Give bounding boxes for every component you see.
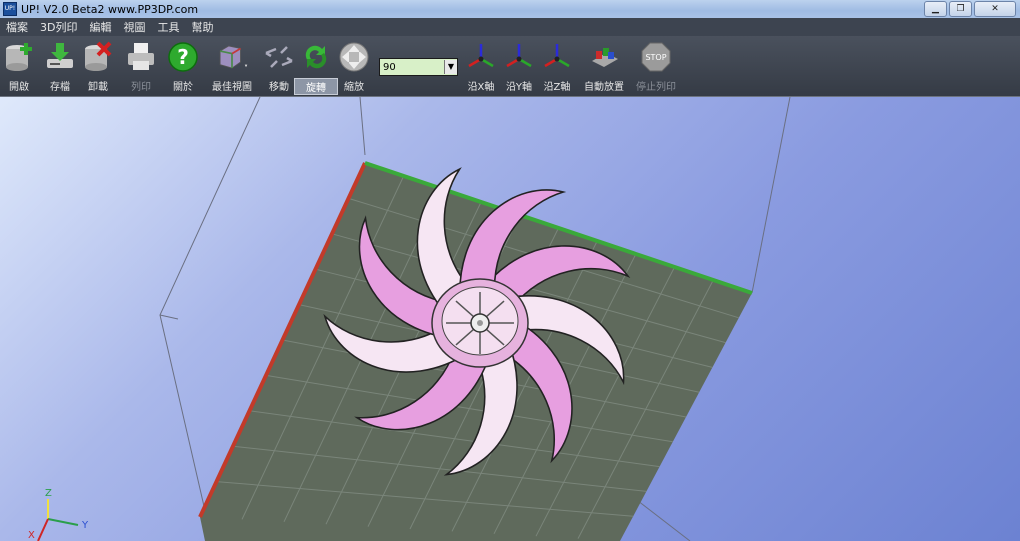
chevron-down-icon[interactable]: ▼ (444, 60, 457, 74)
xyz-axis-icon (468, 44, 494, 68)
axis-x-label: X (28, 530, 35, 541)
save-icon (47, 43, 73, 68)
menu-3d-print[interactable]: 3D列印 (34, 19, 83, 35)
move-icon (265, 46, 293, 68)
best-view-label: 最佳視圖 (212, 82, 252, 93)
xyz-axis-icon (506, 44, 532, 68)
about-label: 關於 (173, 82, 193, 93)
scale-label: 縮放 (344, 82, 364, 93)
cube-view-icon (219, 45, 248, 69)
axis-y-label: Y (81, 520, 89, 531)
close-button[interactable]: ✕ (974, 1, 1016, 17)
auto-place-button[interactable]: 自動放置 (580, 40, 628, 93)
minimize-button[interactable]: ▁ (924, 1, 947, 17)
print-button[interactable]: 列印 (119, 40, 163, 93)
title-bar: UP! UP! V2.0 Beta2 www.PP3DP.com ▁ ❐ ✕ (0, 0, 1020, 18)
unload-label: 卸載 (88, 82, 108, 93)
unload-button[interactable]: 卸載 (76, 40, 120, 93)
open-icon (6, 43, 32, 71)
stop-print-label: 停止列印 (636, 82, 676, 93)
restore-button[interactable]: ❐ (949, 1, 972, 17)
z-axis-button[interactable]: 沿Z軸 (535, 40, 579, 93)
rotate-icon (305, 45, 327, 69)
scale-button[interactable]: 縮放 (332, 40, 376, 93)
axis-triad: Z Y X (28, 488, 89, 541)
print-label: 列印 (131, 82, 151, 93)
help-icon: ? (168, 42, 198, 72)
scale-icon (339, 42, 369, 72)
axis-z-label: Z (45, 488, 52, 499)
menu-edit[interactable]: 編輯 (83, 19, 117, 35)
xyz-axis-icon (544, 44, 570, 68)
app-icon: UP! (3, 2, 17, 16)
rotation-value-select[interactable]: 90 ▼ (379, 58, 458, 76)
rotation-value: 90 (383, 61, 396, 73)
svg-text:?: ? (177, 45, 189, 69)
auto-place-label: 自動放置 (584, 82, 624, 93)
open-button[interactable]: 開啟 (0, 40, 41, 93)
menu-view[interactable]: 視圖 (117, 19, 151, 35)
printer-icon (128, 43, 154, 70)
toolbar: 開啟 存檔 卸載 列印 ? 關於 最佳視圖 移動 旋轉 縮放 沿X軸 沿Y軸 沿… (0, 36, 1020, 97)
z-axis-label: 沿Z軸 (543, 82, 571, 93)
open-label: 開啟 (9, 82, 29, 93)
3d-viewport[interactable]: Z Y X (0, 97, 1020, 541)
window-title: UP! V2.0 Beta2 www.PP3DP.com (21, 2, 199, 16)
about-button[interactable]: ? 關於 (161, 40, 205, 93)
stop-print-button[interactable]: STOP 停止列印 (633, 40, 679, 93)
stop-icon-text: STOP (645, 53, 666, 62)
unload-icon (85, 41, 112, 71)
best-view-button[interactable]: 最佳視圖 (208, 40, 256, 93)
menu-help[interactable]: 幫助 (185, 19, 219, 35)
auto-place-icon (592, 48, 618, 67)
stop-icon: STOP (641, 42, 671, 72)
menu-bar: 檔案 3D列印 編輯 視圖 工具 幫助 (0, 18, 1020, 36)
menu-tools[interactable]: 工具 (151, 19, 185, 35)
menu-file[interactable]: 檔案 (0, 19, 34, 35)
